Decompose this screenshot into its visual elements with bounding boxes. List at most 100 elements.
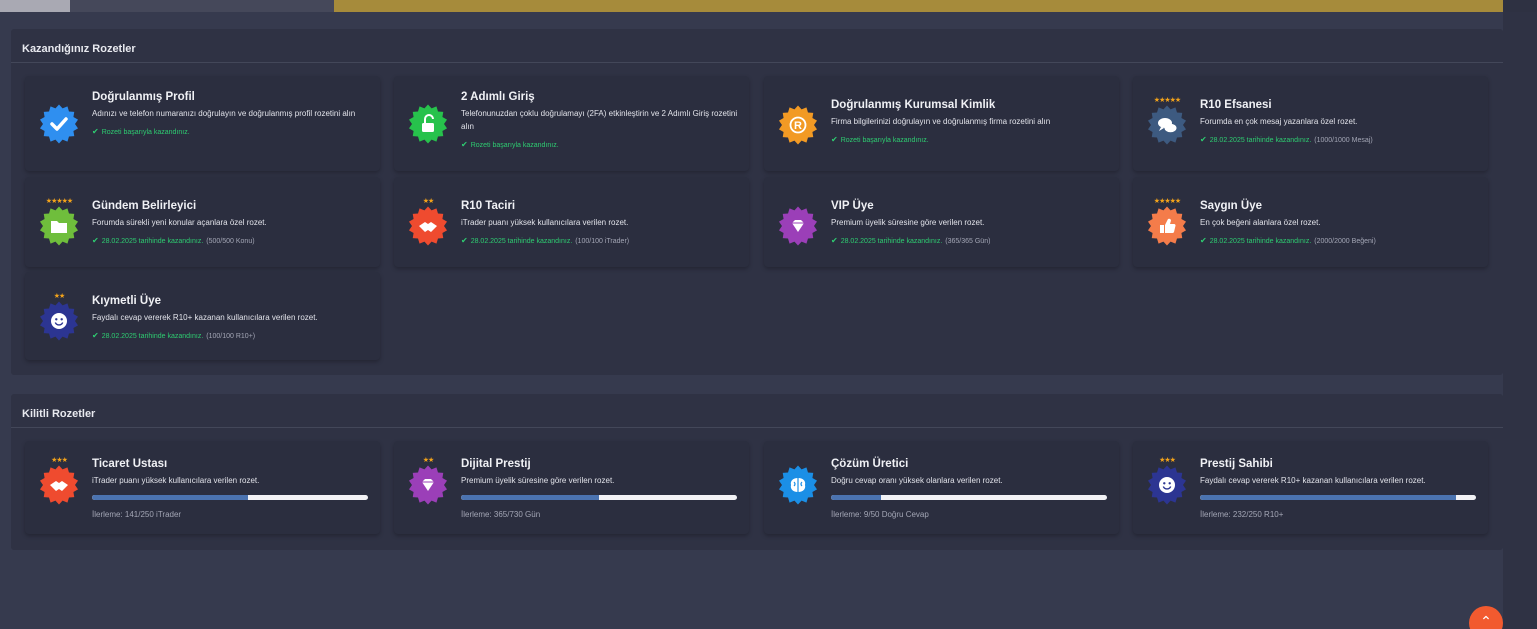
badge-description: Premium üyelik süresine göre verilen roz… [831,218,985,227]
badge-level-stars: ★★ [53,293,66,300]
progress-text: İlerleme: 365/730 Gün [461,510,541,519]
badge-card-body: Gündem Belirleyici Forumda sürekli yeni k… [92,199,370,247]
banner-segment [0,0,70,12]
badge-progress-count: (2000/2000 Beğeni) [1314,238,1376,245]
smiley-icon: ★★ [39,293,79,341]
badge-title: 2 Adımlı Giriş [461,91,535,103]
badge-title: Ticaret Ustası [92,458,168,470]
handshake-icon: ★★★ [39,457,79,505]
progress-bar-fill [461,495,599,500]
badge-status: ✔ 28.02.2025 tarihinde kazandınız. (500/50… [92,236,370,247]
progress-text: İlerleme: 9/50 Doğru Cevap [831,510,929,519]
locked-badge-card[interactable]: ★★★ Ticaret Ustası iTrader puanı yüksek ku… [25,441,380,534]
progress-bar [461,495,737,500]
badge-description: iTrader puanı yüksek kullanıcılara veril… [92,476,260,485]
badge-status: ✔ Rozeti başarıyla kazandınız. [92,127,370,138]
scroll-to-top-button[interactable]: ⌃ [1469,606,1503,629]
smiley-icon: ★★★ [1147,457,1187,505]
brain-icon [778,465,818,505]
badge-card[interactable]: 2 Adımlı Giriş Telefonunuzdan çoklu doğru… [394,76,749,171]
badge-status-text: 28.02.2025 tarihinde kazandınız. [840,238,943,245]
badge-title: R10 Taciri [461,200,516,212]
badge-card-body: Doğrulanmış Kurumsal Kimlik Firma bilgile… [831,98,1109,146]
check-icon: ✔ [1200,135,1207,144]
registered-icon: R [778,105,818,145]
badge-status-text: 28.02.2025 tarihinde kazandınız. [101,238,204,245]
badge-title: Kıymetli Üye [92,295,162,307]
badge-level-stars: ★★★★★ [1153,198,1181,205]
badge-title: Doğrulanmış Kurumsal Kimlik [831,99,996,111]
badge-card-body: Ticaret Ustası iTrader puanı yüksek kulla… [92,457,370,519]
badge-status-text: 28.02.2025 tarihinde kazandınız. [1209,238,1312,245]
badge-title: Gündem Belirleyici [92,200,197,212]
badge-level-stars: ★★★★★ [45,198,73,205]
check-icon: ✔ [831,135,838,144]
badge-title: Doğrulanmış Profil [92,91,195,103]
badge-status: ✔ Rozeti başarıyla kazandınız. [461,140,739,151]
badge-card[interactable]: ★★★★★ Saygın Üye En çok beğeni alanlara öz… [1133,177,1488,267]
badge-card-body: R10 Taciri iTrader puanı yüksek kullanıcı… [461,199,739,247]
badge-level-stars: ★★ [422,457,435,464]
thumbs-up-icon: ★★★★★ [1147,198,1187,246]
chevron-up-icon: ⌃ [1480,613,1492,629]
progress-text: İlerleme: 141/250 iTrader [92,510,182,519]
progress-text: İlerleme: 232/250 R10+ [1200,510,1284,519]
badge-level-stars: ★★★ [51,457,68,464]
badge-card[interactable]: R Doğrulanmış Kurumsal Kimlik Firma bilgil… [764,76,1119,171]
locked-badge-card[interactable]: ★★★ Prestij Sahibi Faydalı cevap vererek R… [1133,441,1488,534]
badge-title: Saygın Üye [1200,200,1262,212]
badge-status-text: 28.02.2025 tarihinde kazandınız. [1209,137,1312,144]
badge-card[interactable]: VIP Üye Premium üyelik süresine göre veri… [764,177,1119,267]
check-icon: ✔ [461,236,468,245]
badge-card-body: 2 Adımlı Giriş Telefonunuzdan çoklu doğru… [461,90,739,151]
badge-card-body: Çözüm Üretici Doğru cevap oranı yüksek ol… [831,457,1109,519]
badge-description: En çok beğeni alanlara özel rozet. [1200,218,1321,227]
badge-description: Telefonunuzdan çoklu doğrulamayı (2FA) e… [461,109,738,131]
badge-description: Faydalı cevap vererek R10+ kazanan kulla… [92,313,318,322]
badge-card[interactable]: ★★★★★ Gündem Belirleyici Forumda sürekli y… [25,177,380,267]
badge-card[interactable]: ★★ R10 Taciri iTrader puanı yüksek kullanı… [394,177,749,267]
unlock-icon [408,104,448,144]
badge-level-stars: ★★ [422,198,435,205]
badge-level-stars: ★★★★★ [1153,97,1181,104]
badge-status-text: Rozeti başarıyla kazandınız. [470,142,559,149]
locked-badge-card[interactable]: Çözüm Üretici Doğru cevap oranı yüksek ol… [764,441,1119,534]
badge-status-text: Rozeti başarıyla kazandınız. [840,137,929,144]
check-icon: ✔ [1200,236,1207,245]
badge-card-body: Saygın Üye En çok beğeni alanlara özel ro… [1200,199,1478,247]
handshake-icon: ★★ [408,198,448,246]
badge-status: ✔ 28.02.2025 tarihinde kazandınız. (100/10… [461,236,739,247]
check-icon: ✔ [461,140,468,149]
badge-progress-count: (500/500 Konu) [206,238,255,245]
badge-card-body: Dijital Prestij Premium üyelik süresine g… [461,457,739,519]
locked-badge-card[interactable]: ★★ Dijital Prestij Premium üyelik süresine… [394,441,749,534]
progress-bar-fill [92,495,248,500]
badge-title: Dijital Prestij [461,458,531,470]
folder-icon: ★★★★★ [39,198,79,246]
check-icon: ✔ [831,236,838,245]
badge-title: Prestij Sahibi [1200,458,1273,470]
badge-card[interactable]: ★★★★★ R10 Efsanesi Forumda en çok mesaj ya… [1133,76,1488,171]
section-header: Kilitli Rozetler [11,394,1503,428]
progress-bar [1200,495,1476,500]
diamond-icon [778,206,818,246]
badge-card-body: R10 Efsanesi Forumda en çok mesaj yazanla… [1200,98,1478,146]
badge-progress-count: (1000/1000 Mesaj) [1314,137,1373,144]
badge-progress-count: (100/100 iTrader) [575,238,630,245]
badge-level-stars: ★★★ [1159,457,1176,464]
banner-segment [1503,0,1537,12]
badge-status: ✔ 28.02.2025 tarihinde kazandınız. (365/36… [831,236,1109,247]
badge-card[interactable]: Doğrulanmış Profil Adınızı ve telefon num… [25,76,380,171]
badge-title: VIP Üye [831,200,874,212]
badge-status: ✔ 28.02.2025 tarihinde kazandınız. (2000/2… [1200,236,1478,247]
badge-status-text: 28.02.2025 tarihinde kazandınız. [470,238,573,245]
check-icon: ✔ [92,127,99,136]
badge-card[interactable]: ★★ Kıymetli Üye Faydalı cevap vererek R10+… [25,272,380,360]
badge-description: Doğru cevap oranı yüksek olanlara verile… [831,476,1003,485]
badge-description: iTrader puanı yüksek kullanıcılara veril… [461,218,629,227]
badge-description: Premium üyelik süresine göre verilen roz… [461,476,615,485]
badge-description: Forumda en çok mesaj yazanlara özel roze… [1200,117,1358,126]
banner-segment [334,0,1503,12]
svg-text:R: R [794,120,802,132]
badge-card-body: Prestij Sahibi Faydalı cevap vererek R10+… [1200,457,1478,519]
